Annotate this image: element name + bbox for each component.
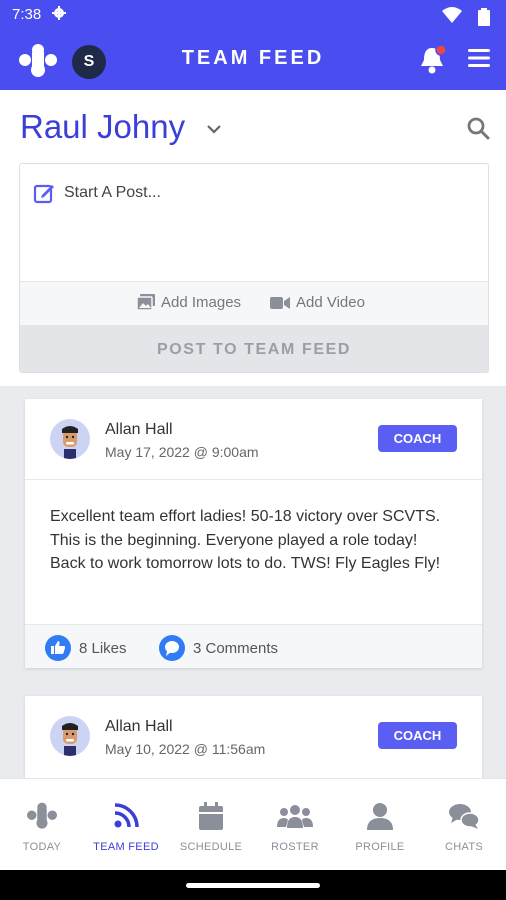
nav-profile[interactable]: PROFILE: [338, 801, 422, 853]
thumbs-up-icon: [45, 635, 71, 661]
settings-gear-icon: [52, 6, 66, 24]
chat-bubbles-icon: [448, 804, 480, 835]
status-bar: 7:38: [0, 0, 506, 34]
post-date: May 10, 2022 @ 11:56am: [105, 741, 266, 757]
notification-bell-icon[interactable]: [418, 44, 448, 80]
home-gesture-handle[interactable]: [186, 883, 320, 888]
video-camera-icon: [270, 296, 290, 314]
user-profile-icon: [365, 803, 395, 835]
comments-button[interactable]: 3 Comments: [159, 635, 278, 661]
search-icon[interactable]: [466, 116, 490, 144]
wifi-icon: [442, 7, 462, 27]
like-button[interactable]: 8 Likes: [45, 635, 127, 661]
nav-roster[interactable]: ROSTER: [253, 801, 337, 853]
edit-icon: [33, 182, 55, 208]
author-name[interactable]: Allan Hall: [105, 718, 173, 736]
user-name-selector[interactable]: Raul Johny: [20, 108, 185, 146]
post-date: May 17, 2022 @ 9:00am: [105, 444, 259, 460]
author-name[interactable]: Allan Hall: [105, 421, 173, 439]
group-users-icon: [277, 805, 313, 835]
post-to-team-feed-button[interactable]: POST TO TEAM FEED: [20, 325, 488, 372]
divider: [25, 479, 482, 480]
likes-count: 8 Likes: [79, 640, 127, 657]
nav-team-feed[interactable]: TEAM FEED: [84, 801, 168, 853]
image-icon: [136, 294, 155, 314]
nav-schedule-label: SCHEDULE: [179, 841, 243, 853]
post-card: Allan Hall May 10, 2022 @ 11:56am COACH: [25, 696, 482, 778]
today-logo-icon: [26, 802, 58, 835]
author-avatar[interactable]: [50, 419, 90, 459]
system-nav-bar: [0, 870, 506, 900]
post-input[interactable]: Start A Post...: [64, 184, 161, 202]
battery-icon: [478, 8, 490, 30]
nav-team-feed-label: TEAM FEED: [93, 841, 159, 853]
add-images-button[interactable]: Add Images: [136, 294, 242, 314]
nav-schedule[interactable]: SCHEDULE: [169, 801, 253, 853]
comments-count: 3 Comments: [193, 640, 279, 657]
status-time: 7:38: [12, 6, 42, 23]
hamburger-menu-icon[interactable]: [468, 48, 490, 72]
app-bar: S TEAM FEED: [0, 34, 506, 90]
post-actions: 8 Likes 3 Comments: [25, 624, 482, 668]
user-header: Raul Johny Start A Post... Add Images Ad…: [0, 90, 506, 386]
post-composer: Start A Post... Add Images Add Video POS…: [19, 163, 489, 373]
calendar-icon: [197, 802, 225, 835]
add-images-label: Add Images: [161, 294, 242, 311]
role-badge: COACH: [378, 425, 457, 452]
media-row: Add Images Add Video: [20, 281, 488, 325]
rss-feed-icon: [111, 803, 141, 835]
post-text: Excellent team effort ladies! 50-18 vict…: [50, 508, 441, 572]
nav-today-label: TODAY: [22, 841, 62, 853]
comment-bubble-icon: [159, 635, 185, 661]
nav-profile-label: PROFILE: [355, 841, 405, 853]
bottom-nav: TODAY TEAM FEED SCHEDULE ROSTER PROFILE …: [0, 778, 506, 870]
chevron-down-icon[interactable]: [206, 120, 222, 139]
author-avatar[interactable]: [50, 716, 90, 756]
add-video-label: Add Video: [296, 294, 365, 311]
post-card: Allan Hall May 17, 2022 @ 9:00am COACH E…: [25, 399, 482, 668]
role-badge: COACH: [378, 722, 457, 749]
add-video-button[interactable]: Add Video: [270, 294, 365, 314]
nav-roster-label: ROSTER: [271, 841, 319, 853]
nav-today[interactable]: TODAY: [0, 801, 84, 853]
nav-chats-label: CHATS: [445, 841, 483, 853]
nav-chats[interactable]: CHATS: [422, 801, 506, 853]
